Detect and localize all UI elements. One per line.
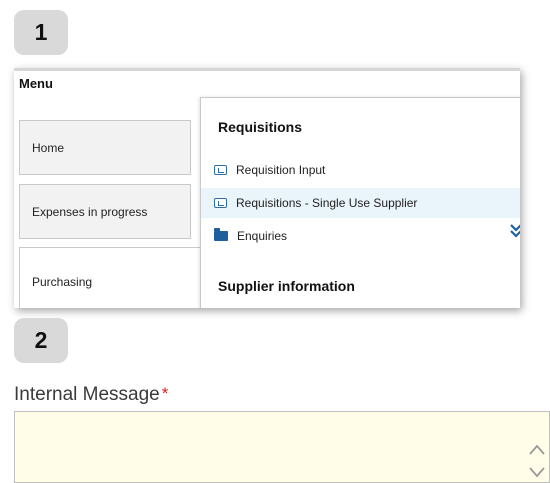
double-chevron-down-icon[interactable]: [509, 222, 520, 240]
submenu-item-label: Requisitions - Single Use Supplier: [236, 196, 418, 210]
submenu-item-requisition-input[interactable]: Requisition Input: [201, 155, 520, 185]
internal-message-label: Internal Message *: [14, 384, 168, 406]
folder-icon: [214, 228, 228, 241]
document-icon: [214, 165, 227, 175]
submenu-item-label: Enquiries: [237, 229, 288, 243]
field-label-text: Internal Message: [14, 384, 160, 405]
menu-top-divider: [14, 68, 520, 71]
menu-item-label: Expenses in progress: [32, 204, 148, 219]
menu-item-home[interactable]: Home: [19, 120, 191, 175]
submenu-item-label: Requisition Input: [236, 163, 326, 177]
required-marker: *: [161, 384, 169, 403]
menu-item-purchasing[interactable]: Purchasing: [19, 247, 203, 308]
internal-message-textarea[interactable]: [14, 411, 550, 483]
menu-item-expenses-in-progress[interactable]: Expenses in progress: [19, 184, 191, 239]
submenu-item-enquiries[interactable]: Enquiries: [201, 221, 520, 251]
submenu-heading-requisitions: Requisitions: [218, 119, 303, 135]
submenu-panel: Requisitions Requisition Input Requisiti…: [200, 97, 520, 308]
step-badge-2: 2: [14, 318, 68, 363]
submenu-heading-supplier-information: Supplier information: [218, 278, 355, 294]
scroll-arrows-icon[interactable]: [528, 442, 546, 482]
submenu-item-requisitions-single-use-supplier[interactable]: Requisitions - Single Use Supplier: [201, 188, 520, 218]
menu-title: Menu: [19, 76, 53, 91]
menu-panel: Menu Home Expenses in progress Purchasin…: [14, 68, 520, 308]
document-icon: [214, 198, 227, 208]
menu-item-label: Purchasing: [32, 275, 93, 289]
menu-item-label: Home: [32, 140, 65, 155]
step-badge-1: 1: [14, 10, 68, 55]
